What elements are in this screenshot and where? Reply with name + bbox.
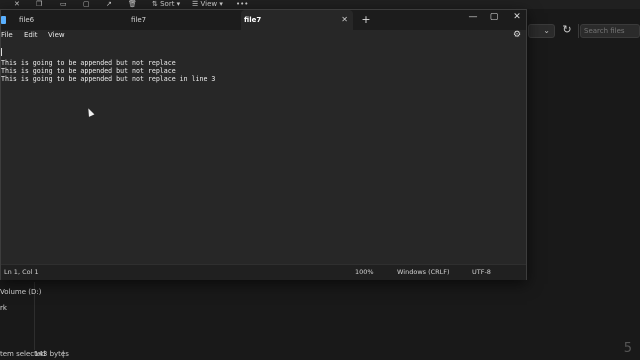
share-icon[interactable]: ↗ xyxy=(106,0,112,9)
corner-number: 5 xyxy=(623,341,632,356)
tab-file7-active[interactable]: file7 ✕ xyxy=(241,10,353,30)
menu-file[interactable]: File xyxy=(1,31,13,39)
menu-view[interactable]: View xyxy=(48,31,65,39)
search-input[interactable] xyxy=(580,24,640,38)
tab-label: file7 xyxy=(131,16,147,24)
close-tab-icon[interactable]: ✕ xyxy=(341,10,348,30)
zoom-level[interactable]: 100% xyxy=(355,268,374,276)
status-bar: Ln 1, Col 1 100% Windows (CRLF) UTF-8 xyxy=(1,264,526,280)
divider xyxy=(578,24,579,38)
sort-label: Sort xyxy=(160,0,175,8)
sidebar-item-volume-d[interactable]: Volume (D:) xyxy=(0,288,41,296)
new-tab-button[interactable]: + xyxy=(361,10,371,30)
view-label: View xyxy=(200,0,218,8)
sort-button[interactable]: ⇅ Sort ▾ xyxy=(152,0,180,9)
text-editor[interactable]: This is going to be appended but not rep… xyxy=(1,42,526,264)
cursor-position: Ln 1, Col 1 xyxy=(4,268,39,276)
explorer-toolbar: ✕ ❐ ▭ ▢ ↗ 🗑 ⇅ Sort ▾ ☰ View ▾ ••• xyxy=(0,0,640,9)
text-line-3: This is going to be appended but not rep… xyxy=(1,67,176,75)
rename-icon[interactable]: ▢ xyxy=(83,0,90,9)
explorer-status-bar: tem selected 143 bytes | xyxy=(0,349,640,360)
title-bar[interactable]: file6 file7 file7 ✕ + — ▢ ✕ xyxy=(1,10,526,30)
menu-bar: File Edit View ⚙ xyxy=(1,30,526,42)
maximize-icon[interactable]: ▢ xyxy=(485,10,503,24)
text-line-4: This is going to be appended but not rep… xyxy=(1,75,216,83)
tab-file7[interactable]: file7 xyxy=(128,10,238,30)
cut-icon[interactable]: ✕ xyxy=(14,0,20,9)
status-divider: | xyxy=(62,350,65,358)
chevron-down-icon: ⌄ xyxy=(543,26,550,35)
refresh-icon[interactable]: ↻ xyxy=(560,23,574,37)
line-ending[interactable]: Windows (CRLF) xyxy=(397,268,450,276)
notepad-app-icon xyxy=(1,16,6,24)
text-caret xyxy=(1,48,2,56)
tab-label: file7 xyxy=(244,16,262,24)
more-icon[interactable]: ••• xyxy=(236,0,248,9)
history-dropdown[interactable]: ⌄ xyxy=(528,24,555,38)
explorer-sidebar: Volume (D:) rk xyxy=(0,282,41,350)
encoding[interactable]: UTF-8 xyxy=(472,268,491,276)
tab-file6[interactable]: file6 xyxy=(16,10,126,30)
paste-icon[interactable]: ▭ xyxy=(60,0,67,9)
copy-icon[interactable]: ❐ xyxy=(36,0,42,9)
minimize-icon[interactable]: — xyxy=(464,10,482,24)
close-icon[interactable]: ✕ xyxy=(508,10,526,24)
view-button[interactable]: ☰ View ▾ xyxy=(192,0,223,9)
notepad-window: file6 file7 file7 ✕ + — ▢ ✕ File Edit Vi… xyxy=(0,9,527,280)
explorer-address-area: ⌄ ↻ xyxy=(528,19,640,43)
gear-icon[interactable]: ⚙ xyxy=(512,30,522,40)
tab-label: file6 xyxy=(19,16,35,24)
menu-edit[interactable]: Edit xyxy=(24,31,38,39)
delete-icon[interactable]: 🗑 xyxy=(128,0,137,9)
text-line-2: This is going to be appended but not rep… xyxy=(1,59,176,67)
sidebar-item-network[interactable]: rk xyxy=(0,304,7,312)
